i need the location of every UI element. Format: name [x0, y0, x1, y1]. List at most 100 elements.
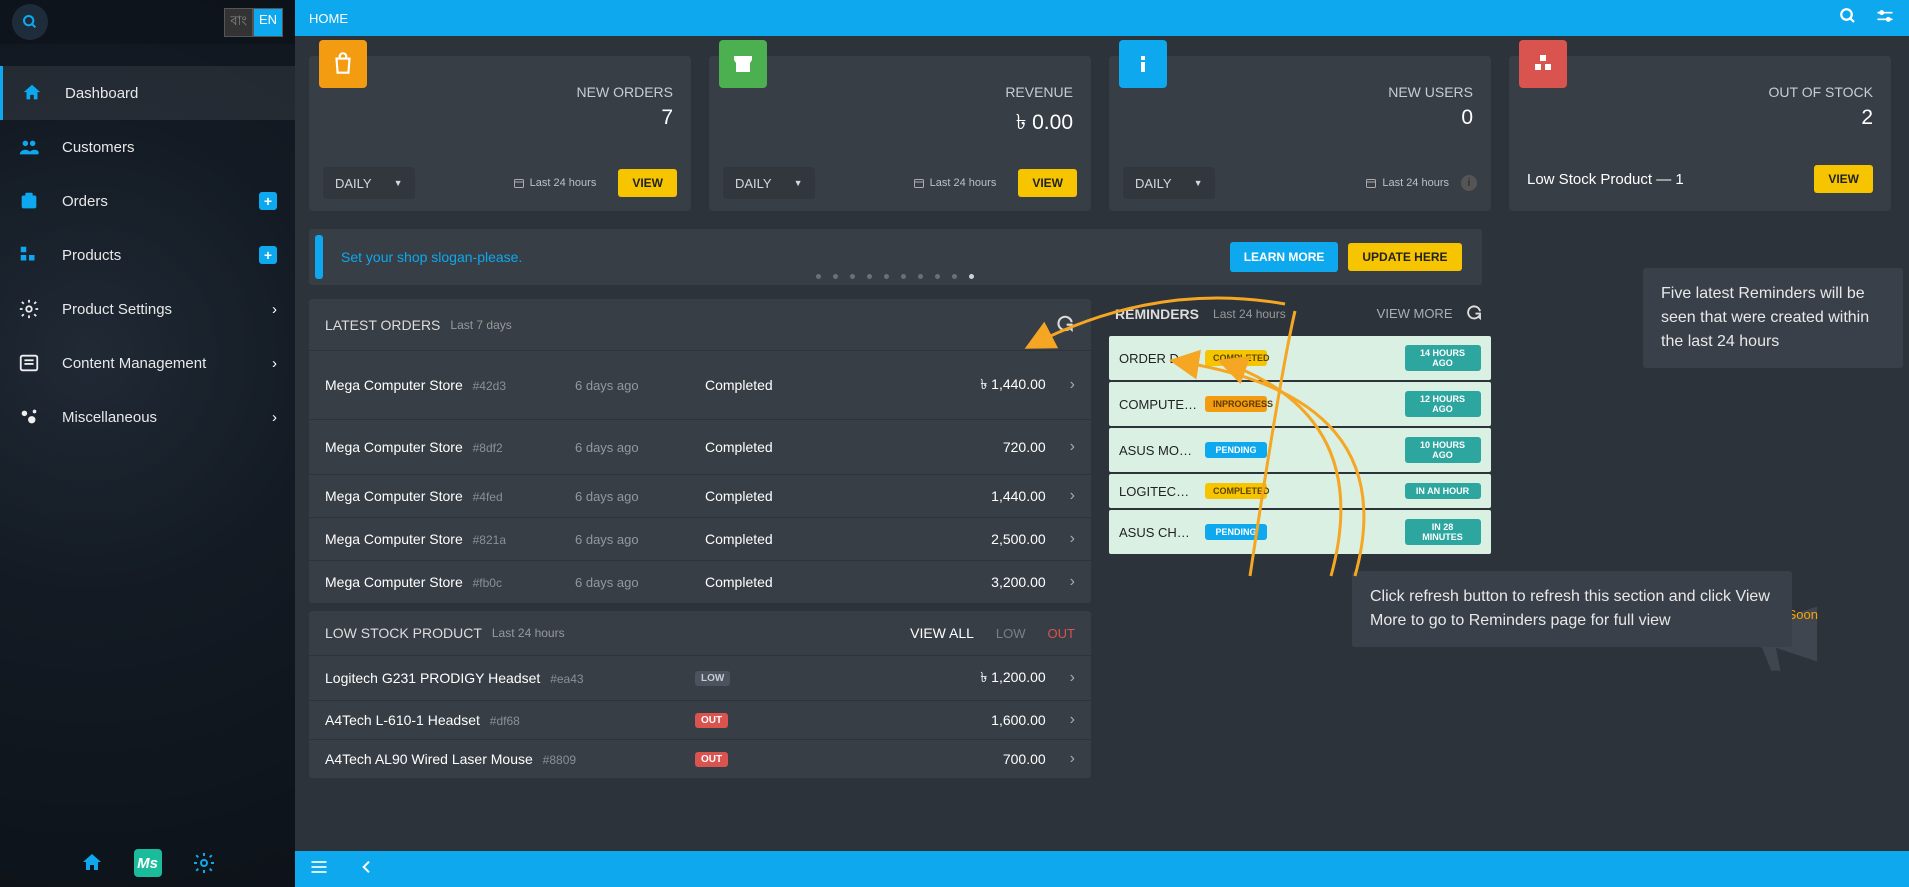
- product-settings-icon: [18, 298, 40, 320]
- product-name: Logitech G231 PRODIGY Headset #ea43: [325, 670, 695, 686]
- period-select[interactable]: DAILY▼: [1123, 167, 1215, 199]
- sidebar-item-content-mgmt[interactable]: Content Management›: [0, 336, 295, 390]
- order-ago: 6 days ago: [575, 489, 705, 504]
- filter-out[interactable]: OUT: [1048, 626, 1075, 641]
- order-code: #8df2: [473, 441, 503, 455]
- view-button[interactable]: VIEW: [1814, 165, 1873, 193]
- content-mgmt-icon: [18, 352, 40, 374]
- sidebar-item-label: Product Settings: [62, 301, 272, 318]
- order-row[interactable]: Mega Computer Store #fb0c6 days agoCompl…: [309, 560, 1091, 603]
- order-store: Mega Computer Store #821a: [325, 531, 575, 547]
- period-select[interactable]: DAILY▼: [323, 167, 415, 199]
- panel-sub: Last 24 hours: [1213, 307, 1286, 321]
- calendar-icon: [1365, 177, 1377, 189]
- reminder-row[interactable]: ORDER DUE F…COMPLETED14 HOURS AGO: [1109, 336, 1491, 380]
- lowstock-row[interactable]: A4Tech L-610-1 Headset #df68OUT1,600.00›: [309, 700, 1091, 739]
- lowstock-row[interactable]: A4Tech AL90 Wired Laser Mouse #8809OUT70…: [309, 739, 1091, 778]
- sidebar-item-misc[interactable]: Miscellaneous›: [0, 390, 295, 444]
- foot-settings[interactable]: [190, 849, 218, 877]
- reminder-status: COMPLETED: [1205, 483, 1267, 499]
- top-search[interactable]: [1839, 7, 1857, 30]
- view-button[interactable]: VIEW: [618, 169, 677, 197]
- add-button[interactable]: +: [259, 246, 277, 264]
- sidebar-item-customers[interactable]: Customers: [0, 120, 295, 174]
- reminder-row[interactable]: ASUS MONIT…PENDING10 HOURS AGO: [1109, 428, 1491, 472]
- order-store: Mega Computer Store #fb0c: [325, 574, 575, 590]
- order-store: Mega Computer Store #42d3: [325, 377, 575, 393]
- order-ago: 6 days ago: [575, 440, 705, 455]
- order-code: #4fed: [473, 490, 503, 504]
- reminder-row[interactable]: LOGITECH KE…COMPLETEDIN AN HOUR: [1109, 474, 1491, 508]
- info-badge[interactable]: i: [1461, 175, 1477, 191]
- sidebar-item-orders[interactable]: Orders+: [0, 174, 295, 228]
- view-more-link[interactable]: VIEW MORE: [1377, 306, 1453, 321]
- reminder-status: INPROGRESS: [1205, 396, 1267, 412]
- slogan-text: Set your shop slogan-please.: [341, 249, 522, 265]
- menu-button[interactable]: [309, 857, 329, 882]
- filter-low[interactable]: LOW: [996, 626, 1026, 641]
- top-sliders[interactable]: [1875, 6, 1895, 31]
- lang-bn[interactable]: বাং: [224, 8, 253, 37]
- order-row[interactable]: Mega Computer Store #42d36 days agoCompl…: [309, 350, 1091, 419]
- lang-en[interactable]: EN: [253, 8, 283, 37]
- bag-icon: [319, 40, 367, 88]
- order-amount: ৳ 1,440.00: [845, 373, 1070, 397]
- product-price: ৳ 1,200.00: [730, 666, 1069, 690]
- order-store: Mega Computer Store #8df2: [325, 439, 575, 455]
- sidebar-item-products[interactable]: Products+: [0, 228, 295, 282]
- language-switch[interactable]: বাং EN: [224, 8, 283, 37]
- sidebar: বাং EN Dashboard CustomersOrders+Products…: [0, 0, 295, 887]
- order-row[interactable]: Mega Computer Store #821a6 days agoCompl…: [309, 517, 1091, 560]
- latest-orders-panel: LATEST ORDERS Last 7 days Mega Computer …: [309, 299, 1091, 603]
- refresh-button[interactable]: [1465, 303, 1485, 324]
- misc-icon: [18, 406, 40, 428]
- learn-more-button[interactable]: LEARN MORE: [1230, 242, 1339, 272]
- card-label: NEW ORDERS: [577, 84, 673, 100]
- products-icon: [18, 244, 40, 266]
- reminders-header: REMINDERS Last 24 hours VIEW MORE: [1109, 299, 1491, 336]
- sidebar-item-product-settings[interactable]: Product Settings›: [0, 282, 295, 336]
- add-button[interactable]: +: [259, 192, 277, 210]
- topbar: HOME: [295, 0, 1909, 36]
- gear-icon: [192, 851, 216, 875]
- order-status: Completed: [705, 488, 845, 504]
- range-label: Last 24 hours: [513, 177, 597, 189]
- order-status: Completed: [705, 377, 845, 393]
- stock-badge: OUT: [695, 752, 728, 767]
- reminder-time: 14 HOURS AGO: [1405, 345, 1481, 371]
- refresh-icon: [1055, 313, 1075, 333]
- back-button[interactable]: [359, 859, 375, 880]
- carousel-dots[interactable]: [816, 274, 974, 279]
- panel-sub: Last 7 days: [450, 318, 511, 332]
- sliders-icon: [1875, 6, 1895, 26]
- update-here-button[interactable]: UPDATE HERE: [1348, 243, 1461, 271]
- boxes-icon: [1519, 40, 1567, 88]
- period-select[interactable]: DAILY▼: [723, 167, 815, 199]
- view-all-link[interactable]: VIEW ALL: [910, 625, 974, 641]
- reminder-status: PENDING: [1205, 524, 1267, 540]
- sidebar-item-label: Dashboard: [65, 85, 277, 102]
- refresh-button[interactable]: [1055, 313, 1075, 336]
- chevron-right-icon: ›: [1070, 438, 1075, 456]
- sidebar-item-dashboard[interactable]: Dashboard: [0, 66, 295, 120]
- view-button[interactable]: VIEW: [1018, 169, 1077, 197]
- order-ago: 6 days ago: [575, 378, 705, 393]
- foot-ms[interactable]: Ms: [134, 849, 162, 877]
- card-value: 7: [661, 106, 673, 130]
- card-value: 2: [1861, 106, 1873, 130]
- foot-home[interactable]: [78, 849, 106, 877]
- order-code: #821a: [473, 533, 506, 547]
- lowstock-row[interactable]: Logitech G231 PRODIGY Headset #ea43LOW৳ …: [309, 655, 1091, 700]
- card-label: NEW USERS: [1388, 84, 1473, 100]
- product-name: A4Tech AL90 Wired Laser Mouse #8809: [325, 751, 695, 767]
- sidebar-search[interactable]: [12, 4, 48, 40]
- reminder-status: COMPLETED: [1205, 350, 1267, 366]
- order-row[interactable]: Mega Computer Store #4fed6 days agoCompl…: [309, 474, 1091, 517]
- order-row[interactable]: Mega Computer Store #8df26 days agoCompl…: [309, 419, 1091, 474]
- reminder-row[interactable]: COMPUTER …INPROGRESS12 HOURS AGO: [1109, 382, 1491, 426]
- home-icon: [80, 851, 104, 875]
- refresh-icon: [1465, 303, 1483, 321]
- storefront-icon: [719, 40, 767, 88]
- reminder-row[interactable]: ASUS CHROM…PENDINGIN 28 MINUTES: [1109, 510, 1491, 554]
- range-label: Last 24 hours: [913, 177, 997, 189]
